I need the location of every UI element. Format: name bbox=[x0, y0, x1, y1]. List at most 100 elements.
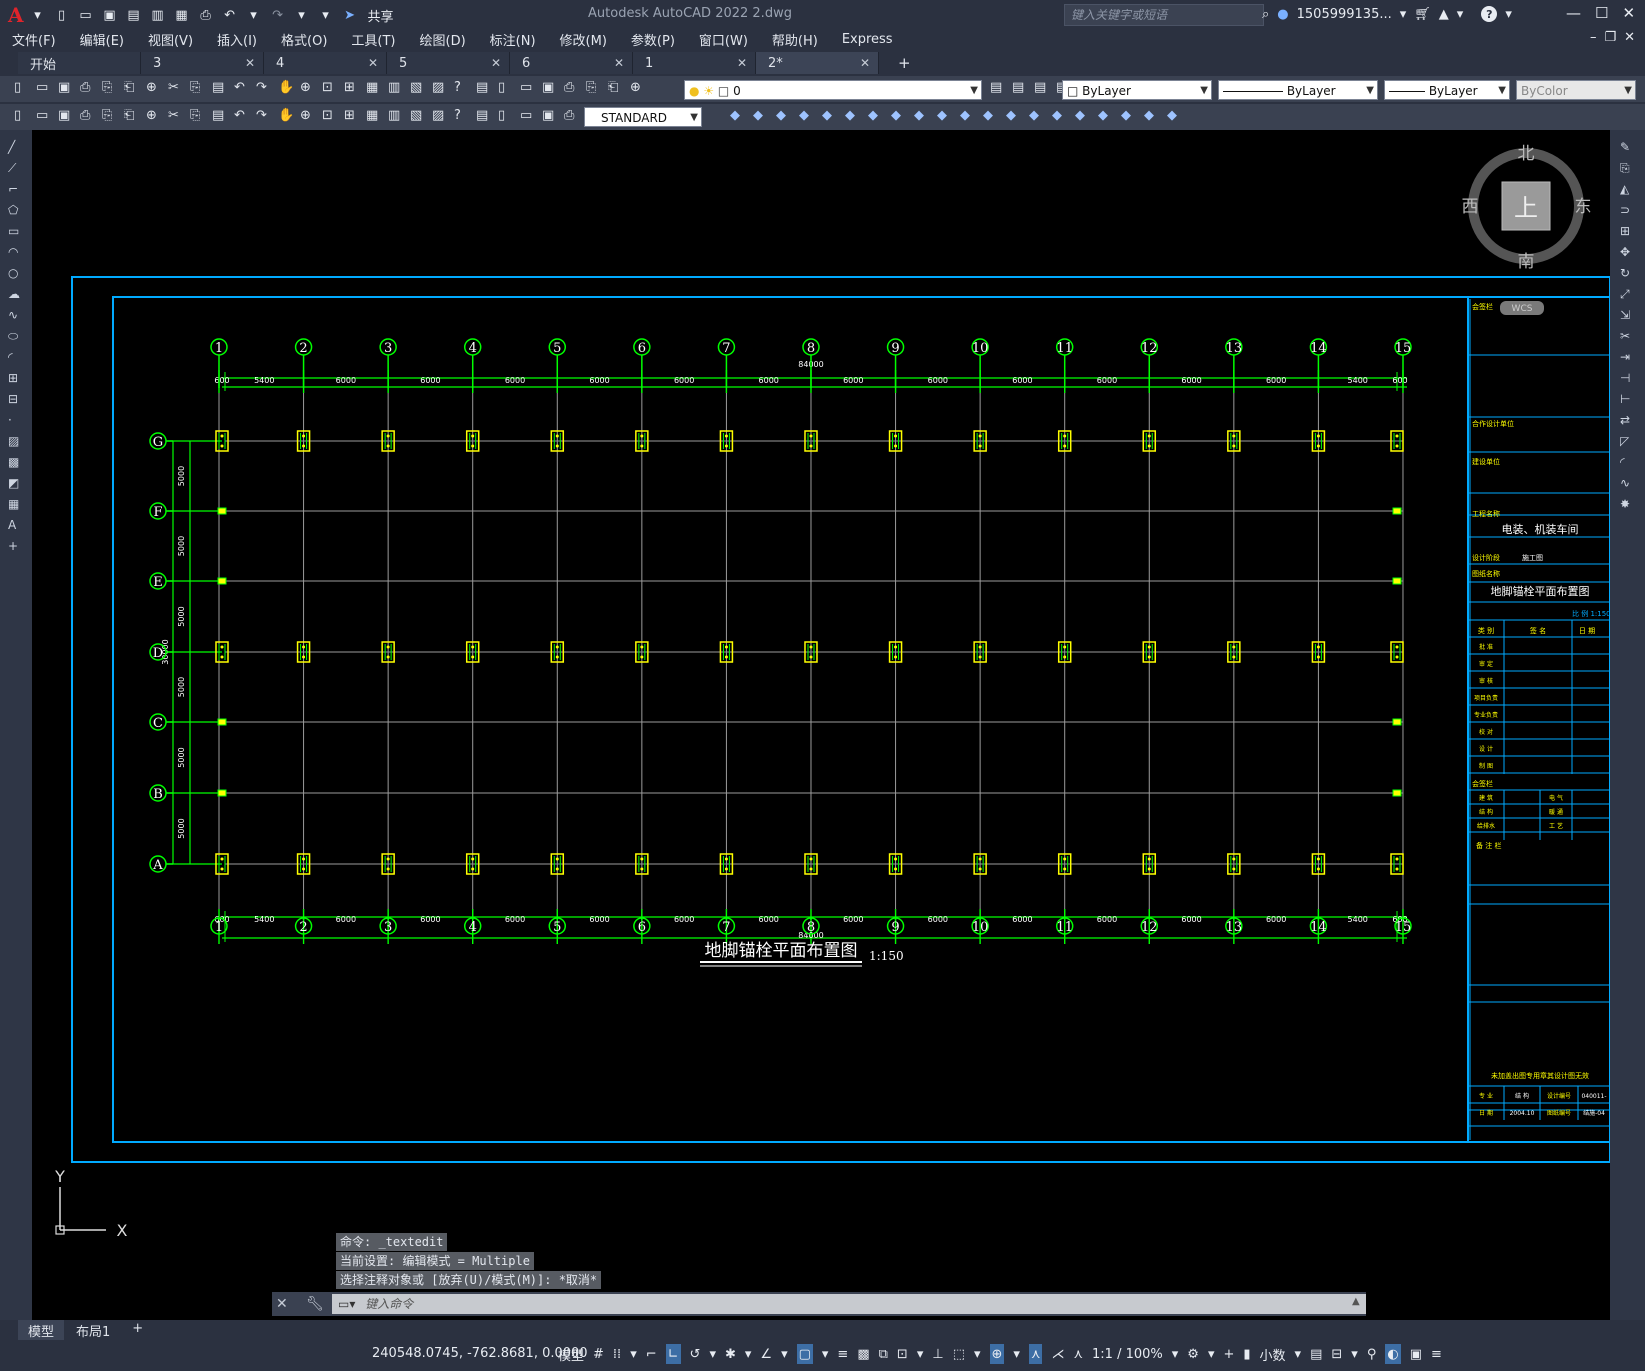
hatch-icon[interactable]: ▨ bbox=[8, 434, 24, 450]
scale-icon[interactable]: ⤢ bbox=[1620, 287, 1636, 303]
tolerance-icon[interactable]: ⊕ bbox=[300, 108, 316, 124]
line-icon[interactable]: ╱ bbox=[8, 140, 24, 156]
continue-dim-icon[interactable]: ✋ bbox=[278, 108, 294, 124]
extend-icon[interactable]: ⇥ bbox=[1620, 350, 1636, 366]
spline-icon[interactable]: ∿ bbox=[8, 308, 24, 324]
grid-icon[interactable]: # bbox=[593, 1344, 604, 1364]
menu-item-9[interactable]: 参数(P) bbox=[619, 30, 687, 49]
rotate-icon[interactable]: ◆ bbox=[799, 108, 815, 124]
open-icon[interactable]: ▭ bbox=[36, 80, 52, 96]
layer-previous-icon[interactable]: ▤ bbox=[1034, 80, 1050, 96]
snap-icon[interactable]: ⁞⁞ bbox=[613, 1344, 621, 1364]
3d-osnap-icon[interactable]: ⊡ bbox=[897, 1344, 908, 1364]
explode-icon[interactable]: ✸ bbox=[1620, 497, 1636, 513]
customize-qat-icon[interactable]: ▾ bbox=[316, 5, 336, 25]
search-input[interactable]: 键入关键字或短语 bbox=[1064, 4, 1264, 26]
annotation-visibility-icon[interactable]: ⋏ bbox=[1028, 1344, 1043, 1364]
doc-restore-icon[interactable]: ❐ bbox=[1605, 30, 1617, 45]
menu-item-11[interactable]: 帮助(H) bbox=[760, 30, 830, 49]
search-icon[interactable]: ⌕ bbox=[1262, 7, 1269, 22]
redo-icon[interactable]: ✋ bbox=[278, 80, 294, 96]
polar-icon[interactable]: ↺ bbox=[690, 1344, 701, 1364]
dim-text-edit-icon[interactable]: ▧ bbox=[410, 108, 426, 124]
group-icon[interactable]: ◆ bbox=[1144, 108, 1160, 124]
explode-icon[interactable]: ◆ bbox=[1006, 108, 1022, 124]
layout-tab-0[interactable]: 模型 bbox=[18, 1320, 65, 1341]
ortho-icon[interactable]: ∟ bbox=[665, 1344, 681, 1364]
dim-style-icon[interactable]: ? bbox=[454, 108, 470, 124]
erase-icon[interactable]: ✎ bbox=[1620, 140, 1636, 156]
region-icon[interactable]: ◆ bbox=[1098, 108, 1114, 124]
properties-icon[interactable]: ▥ bbox=[388, 80, 404, 96]
paste-icon[interactable]: ▤ bbox=[212, 80, 228, 96]
menu-item-1[interactable]: 编辑(E) bbox=[68, 30, 136, 49]
undo-dropdown-icon[interactable]: ▾ bbox=[244, 5, 264, 25]
copy-icon[interactable]: ⎘ bbox=[190, 80, 206, 96]
hardware-acceleration-icon[interactable]: ◐ bbox=[1385, 1344, 1401, 1364]
tab-close-icon[interactable]: ✕ bbox=[860, 56, 870, 70]
new-icon[interactable]: ▯ bbox=[14, 80, 30, 96]
erase-icon[interactable]: ◆ bbox=[1075, 108, 1091, 124]
trim-icon[interactable]: ◆ bbox=[868, 108, 884, 124]
lock-ui-dropdown-icon[interactable]: ▾ bbox=[1351, 1344, 1358, 1364]
workspace-dropdown-icon[interactable]: ▾ bbox=[1208, 1344, 1215, 1364]
web-mobile-open-icon[interactable]: ▥ bbox=[148, 5, 168, 25]
file-tab-4[interactable]: 6 ✕ bbox=[510, 52, 633, 74]
region-icon[interactable]: ◩ bbox=[8, 476, 24, 492]
layer-dropdown-arrow-icon[interactable]: ▼ bbox=[970, 81, 978, 101]
rectangle-icon[interactable]: ▭ bbox=[8, 224, 24, 240]
textstyle-dropdown-arrow-icon[interactable]: ▼ bbox=[690, 108, 698, 128]
tab-close-icon[interactable]: ✕ bbox=[368, 56, 378, 70]
gizmo-icon[interactable]: ⊕ bbox=[989, 1344, 1005, 1364]
break-icon[interactable]: ⊢ bbox=[1620, 392, 1636, 408]
autocad-logo-icon[interactable]: A bbox=[8, 3, 24, 27]
polyline-icon[interactable]: ⌐ bbox=[8, 182, 24, 198]
break-icon[interactable]: ◆ bbox=[914, 108, 930, 124]
menu-item-7[interactable]: 标注(N) bbox=[478, 30, 548, 49]
new-file-icon[interactable]: ▯ bbox=[52, 5, 72, 25]
share-button[interactable]: 共享 bbox=[368, 6, 394, 25]
offset-icon[interactable]: ◆ bbox=[1052, 108, 1068, 124]
units-dropdown-icon[interactable]: ▾ bbox=[1295, 1344, 1302, 1364]
gizmo-dropdown-icon[interactable]: ▾ bbox=[1013, 1344, 1020, 1364]
plot-preview-icon[interactable]: ⊕ bbox=[630, 80, 646, 96]
save-icon[interactable]: ⎘ bbox=[586, 80, 602, 96]
menu-item-2[interactable]: 视图(V) bbox=[136, 30, 205, 49]
plot-icon[interactable]: ⎙ bbox=[80, 80, 96, 96]
layer-thaw-icon[interactable]: ☀ bbox=[703, 84, 714, 98]
share-icon[interactable]: ➤ bbox=[340, 5, 360, 25]
doc-close-icon[interactable]: ✕ bbox=[1624, 30, 1635, 45]
object-snap-dropdown-icon[interactable]: ▾ bbox=[822, 1344, 829, 1364]
zoom-realtime-icon[interactable]: ⊡ bbox=[322, 80, 338, 96]
minimize-icon[interactable]: — bbox=[1566, 4, 1581, 22]
compass-east[interactable]: 东 bbox=[1575, 197, 1592, 217]
join-icon[interactable]: ⇄ bbox=[1620, 413, 1636, 429]
cut-icon[interactable]: ✂ bbox=[168, 80, 184, 96]
tab-close-icon[interactable]: ✕ bbox=[737, 56, 747, 70]
undo-icon[interactable]: ↶ bbox=[220, 5, 240, 25]
polar-dropdown-icon[interactable]: ▾ bbox=[709, 1344, 716, 1364]
ungroup-icon[interactable]: ◆ bbox=[1167, 108, 1183, 124]
file-tab-6[interactable]: 2* ✕ bbox=[756, 52, 879, 74]
chamfer-icon[interactable]: ◸ bbox=[1620, 434, 1636, 450]
sheet-set-icon[interactable]: ? bbox=[454, 80, 470, 96]
layer-walk-icon[interactable]: ▤ bbox=[476, 108, 492, 124]
arc-length-icon[interactable]: ⎗ bbox=[124, 108, 140, 124]
new-tab-button[interactable]: + bbox=[898, 54, 911, 72]
infer-constraints-icon[interactable]: ⌐ bbox=[646, 1344, 657, 1364]
plot-preview-icon[interactable]: ⎘ bbox=[102, 80, 118, 96]
inspect-icon[interactable]: ⊞ bbox=[344, 108, 360, 124]
model-space-button[interactable]: 模型 bbox=[558, 1344, 584, 1364]
fillet-icon[interactable]: ◜ bbox=[1620, 455, 1636, 471]
clean-screen-icon[interactable]: ▣ bbox=[1410, 1344, 1422, 1364]
linear-dim-icon[interactable]: ▣ bbox=[542, 108, 558, 124]
layer-dropdown[interactable]: ● ☀ □ 0 ▼ bbox=[684, 80, 982, 100]
tab-close-icon[interactable]: ✕ bbox=[614, 56, 624, 70]
layer-iso-icon[interactable]: ▯ bbox=[498, 108, 514, 124]
save-icon[interactable]: ▣ bbox=[58, 80, 74, 96]
menu-item-4[interactable]: 格式(O) bbox=[269, 30, 339, 49]
app-menu-chevron-icon[interactable]: ▾ bbox=[28, 5, 48, 25]
save-as-icon[interactable]: ▤ bbox=[124, 5, 144, 25]
help-dropdown-icon[interactable]: ▾ bbox=[1505, 7, 1512, 22]
dynamic-ucs-icon[interactable]: ⊥ bbox=[932, 1344, 943, 1364]
